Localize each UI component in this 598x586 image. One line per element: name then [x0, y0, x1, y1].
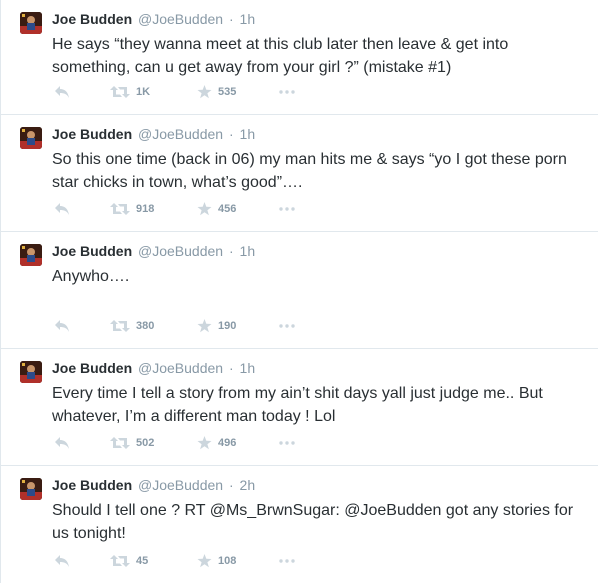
- tweet-header: Joe Budden @JoeBudden · 1h: [52, 10, 255, 28]
- user-handle[interactable]: @JoeBudden: [138, 243, 223, 259]
- retweet-button[interactable]: 502: [110, 435, 154, 451]
- retweet-icon: [110, 437, 130, 449]
- retweet-count: 1K: [136, 86, 151, 98]
- timestamp[interactable]: 2h: [240, 477, 256, 493]
- reply-icon: [55, 437, 69, 449]
- reply-button[interactable]: [54, 318, 70, 334]
- reply-icon: [55, 320, 69, 332]
- tweet[interactable]: Joe Budden @JoeBudden · 1h Every time I …: [1, 349, 598, 466]
- timeline: Joe Budden @JoeBudden · 1h He says “they…: [0, 0, 598, 583]
- tweet-text: Should I tell one ? RT @Ms_BrwnSugar: @J…: [52, 502, 574, 542]
- retweet-button[interactable]: 45: [110, 553, 148, 569]
- retweet-count: 502: [136, 437, 155, 449]
- more-button[interactable]: [279, 84, 295, 100]
- tweet-actions: 918 456: [52, 201, 352, 217]
- timestamp[interactable]: 1h: [240, 360, 256, 376]
- user-handle[interactable]: @JoeBudden: [138, 360, 223, 376]
- separator: ·: [228, 477, 234, 493]
- user-handle[interactable]: @JoeBudden: [138, 126, 223, 142]
- reply-icon: [55, 86, 69, 98]
- more-icon: [279, 441, 295, 445]
- avatar[interactable]: [20, 478, 42, 500]
- retweet-icon: [110, 86, 130, 98]
- retweet-button[interactable]: 918: [110, 201, 154, 217]
- favorite-button[interactable]: 190: [197, 318, 236, 334]
- star-icon: [197, 202, 212, 216]
- user-handle[interactable]: @JoeBudden: [138, 477, 223, 493]
- star-icon: [197, 85, 212, 99]
- favorite-button[interactable]: 535: [197, 84, 236, 100]
- tweet-text: He says “they wanna meet at this club la…: [52, 36, 509, 76]
- retweet-icon: [110, 203, 130, 215]
- retweet-button[interactable]: 380: [110, 318, 154, 334]
- avatar[interactable]: [20, 127, 42, 149]
- retweet-icon: [110, 320, 130, 332]
- favorite-button[interactable]: 496: [197, 435, 236, 451]
- more-icon: [279, 90, 295, 94]
- separator: ·: [228, 11, 234, 27]
- tweet-actions: 45 108: [52, 553, 352, 569]
- tweet-header: Joe Budden @JoeBudden · 1h: [52, 359, 255, 377]
- tweet-header: Joe Budden @JoeBudden · 1h: [52, 242, 255, 260]
- tweet-header: Joe Budden @JoeBudden · 2h: [52, 476, 255, 494]
- favorite-count: 190: [218, 320, 237, 332]
- tweet[interactable]: Joe Budden @JoeBudden · 1h Anywho…. 380 …: [1, 232, 598, 349]
- avatar[interactable]: [20, 244, 42, 266]
- user-fullname[interactable]: Joe Budden: [52, 11, 132, 27]
- retweet-icon: [110, 555, 130, 567]
- timestamp[interactable]: 1h: [240, 11, 256, 27]
- tweet-actions: 1K 535: [52, 84, 352, 100]
- more-button[interactable]: [279, 553, 295, 569]
- reply-button[interactable]: [54, 84, 70, 100]
- separator: ·: [228, 126, 234, 142]
- more-icon: [279, 207, 295, 211]
- user-fullname[interactable]: Joe Budden: [52, 126, 132, 142]
- reply-button[interactable]: [54, 435, 70, 451]
- tweet-actions: 502 496: [52, 435, 352, 451]
- more-button[interactable]: [279, 435, 295, 451]
- retweet-button[interactable]: 1K: [110, 84, 150, 100]
- tweet-text: So this one time (back in 06) my man hit…: [52, 151, 567, 191]
- favorite-count: 456: [218, 203, 237, 215]
- star-icon: [197, 554, 212, 568]
- favorite-button[interactable]: 456: [197, 201, 236, 217]
- retweet-count: 918: [136, 203, 155, 215]
- separator: ·: [228, 243, 234, 259]
- tweet-text: Every time I tell a story from my ain’t …: [52, 385, 543, 425]
- avatar[interactable]: [20, 12, 42, 34]
- tweet[interactable]: Joe Budden @JoeBudden · 2h Should I tell…: [1, 466, 598, 583]
- reply-icon: [55, 203, 69, 215]
- retweet-count: 380: [136, 320, 155, 332]
- reply-button[interactable]: [54, 553, 70, 569]
- reply-icon: [55, 555, 69, 567]
- avatar[interactable]: [20, 361, 42, 383]
- tweet[interactable]: Joe Budden @JoeBudden · 1h He says “they…: [1, 0, 598, 115]
- tweet[interactable]: Joe Budden @JoeBudden · 1h So this one t…: [1, 115, 598, 232]
- timestamp[interactable]: 1h: [240, 126, 256, 142]
- reply-button[interactable]: [54, 201, 70, 217]
- user-fullname[interactable]: Joe Budden: [52, 360, 132, 376]
- favorite-button[interactable]: 108: [197, 553, 236, 569]
- tweet-text: Anywho….: [52, 268, 130, 285]
- more-icon: [279, 559, 295, 563]
- user-handle[interactable]: @JoeBudden: [138, 11, 223, 27]
- user-fullname[interactable]: Joe Budden: [52, 243, 132, 259]
- separator: ·: [228, 360, 234, 376]
- star-icon: [197, 319, 212, 333]
- favorite-count: 535: [218, 86, 237, 98]
- more-button[interactable]: [279, 201, 295, 217]
- tweet-actions: 380 190: [52, 318, 352, 334]
- favorite-count: 496: [218, 437, 237, 449]
- timestamp[interactable]: 1h: [240, 243, 256, 259]
- more-icon: [279, 324, 295, 328]
- retweet-count: 45: [136, 555, 149, 567]
- more-button[interactable]: [279, 318, 295, 334]
- favorite-count: 108: [218, 555, 237, 567]
- user-fullname[interactable]: Joe Budden: [52, 477, 132, 493]
- star-icon: [197, 436, 212, 450]
- tweet-header: Joe Budden @JoeBudden · 1h: [52, 125, 255, 143]
